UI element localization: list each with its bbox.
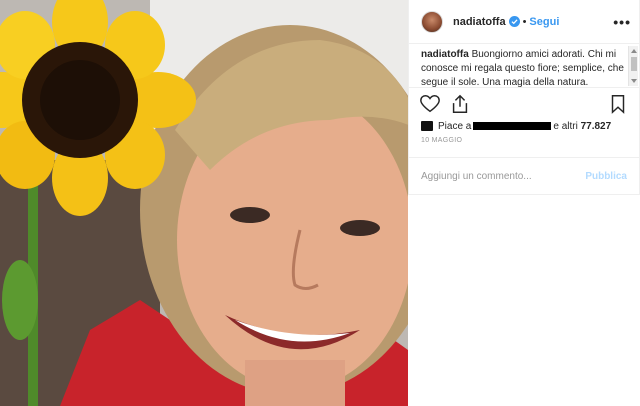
comment-box: Aggiungi un commento... Pubblica (409, 157, 639, 194)
caption: nadiatoffa Buongiorno amici adorati. Chi… (421, 48, 625, 87)
likes-summary: Piace a e altri 77.827 (409, 119, 639, 133)
publish-button[interactable]: Pubblica (585, 171, 627, 182)
post-header: nadiatoffa • Segui ••• (409, 0, 639, 44)
likes-suffix: e altri (553, 120, 578, 132)
more-options-button[interactable]: ••• (613, 14, 631, 30)
verified-badge-icon (508, 16, 520, 27)
heart-icon[interactable] (419, 93, 441, 115)
bookmark-icon[interactable] (607, 93, 629, 115)
follow-button[interactable]: Segui (529, 16, 559, 28)
action-bar (409, 87, 639, 119)
likes-prefix: Piace a (438, 120, 472, 132)
username[interactable]: nadiatoffa (453, 16, 506, 28)
caption-scrollbar[interactable] (628, 46, 638, 86)
comment-input[interactable]: Aggiungi un commento... (421, 171, 585, 182)
redacted-username (473, 122, 552, 130)
avatar[interactable] (421, 10, 443, 33)
liker-thumbnail[interactable] (421, 121, 433, 131)
scroll-thumb[interactable] (631, 57, 637, 71)
post-side-panel: nadiatoffa • Segui ••• nadiatoffa Buongi… (408, 0, 640, 195)
scroll-up-arrow-icon[interactable] (631, 49, 637, 53)
likes-count[interactable]: 77.827 (581, 121, 612, 132)
separator-dot: • (522, 15, 527, 28)
share-icon[interactable] (449, 93, 471, 115)
post-photo[interactable] (0, 0, 408, 406)
photo-illustration (0, 0, 408, 406)
post-date[interactable]: 10 MAGGIO (409, 133, 639, 151)
caption-area: nadiatoffa Buongiorno amici adorati. Chi… (409, 44, 639, 87)
scroll-down-arrow-icon[interactable] (631, 79, 637, 83)
caption-username[interactable]: nadiatoffa (421, 49, 469, 60)
